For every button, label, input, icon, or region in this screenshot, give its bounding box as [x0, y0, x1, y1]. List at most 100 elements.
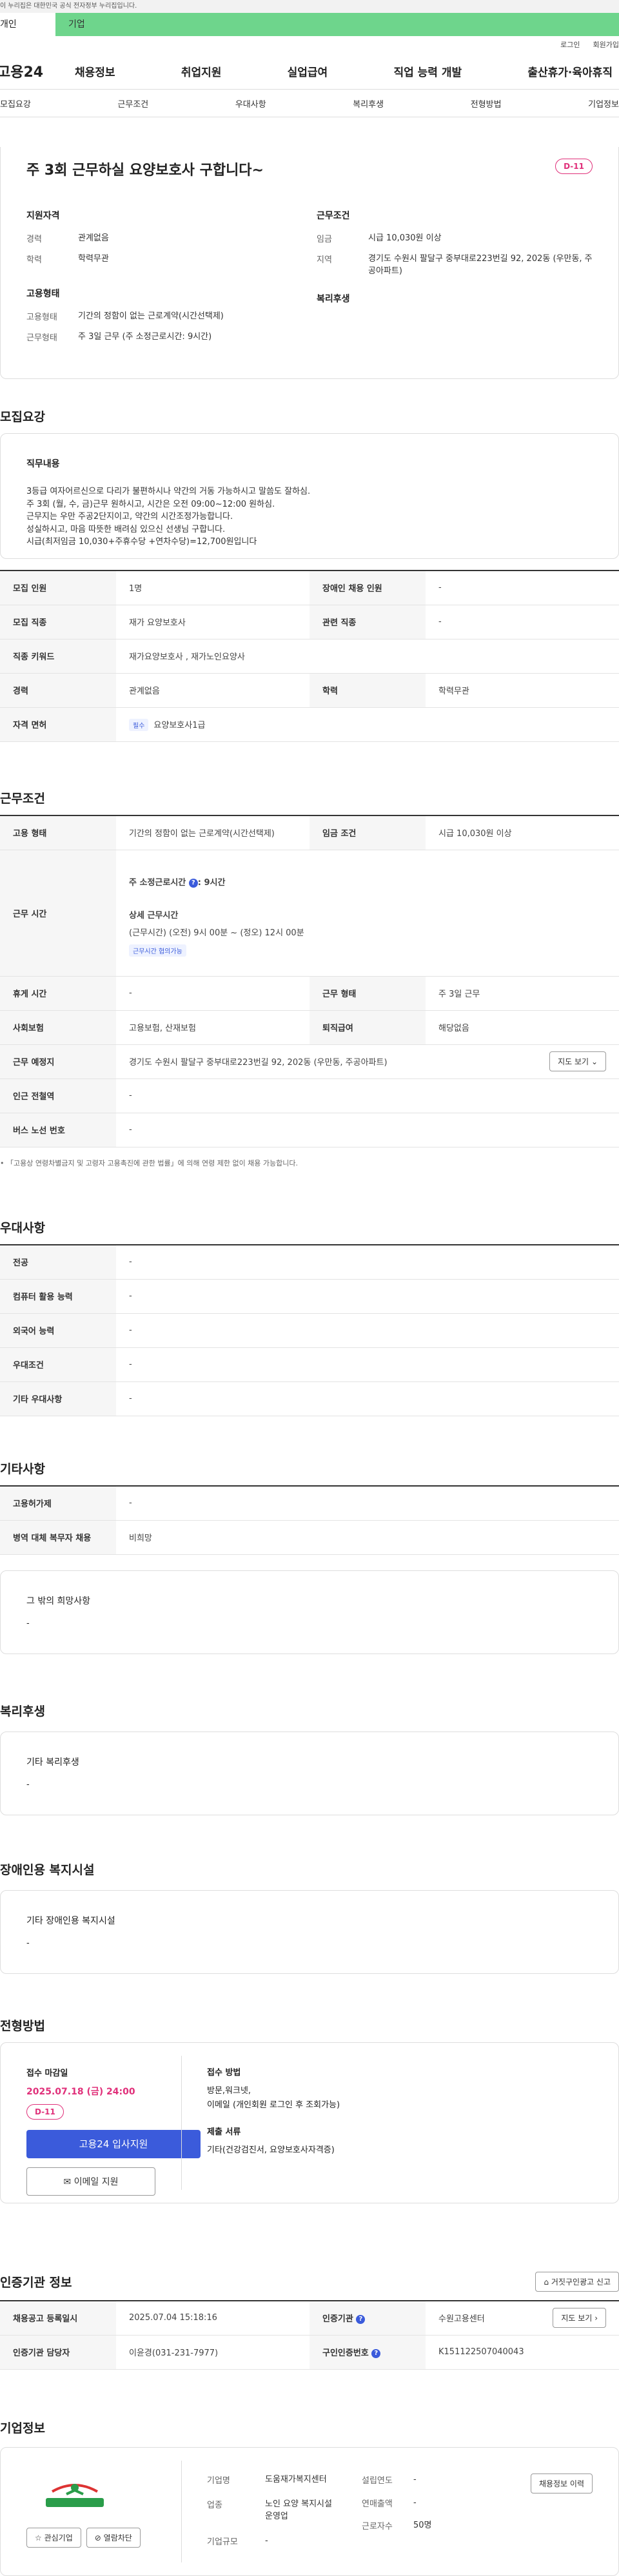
divider [181, 2056, 182, 2190]
company-name-value: 도움재가복지센터 [265, 2475, 327, 2484]
chevron-right-icon: › [594, 2314, 598, 2323]
block-company-label: 열람차단 [103, 2533, 132, 2542]
edu-label: 학력 [310, 673, 426, 708]
info-icon[interactable]: ? [371, 2348, 381, 2358]
disabled-count-value: - [426, 571, 619, 605]
table-row: 모집 인원 1명 장애인 채용 인원 - [0, 571, 619, 605]
gnb-item-employment-support[interactable]: 취업지원 [181, 63, 222, 79]
career-value: 관계없음 [116, 673, 310, 708]
detail-hours-value: (근무시간) (오전) 9시 00분 ~ (정오) 12시 00분 [129, 928, 304, 938]
anchor-company[interactable]: 기업정보 [588, 97, 619, 110]
docs-heading: 제출 서류 [207, 2127, 241, 2138]
gnb-item-unemployment-benefit[interactable]: 실업급여 [288, 63, 328, 79]
edu-value: 학력무관 [78, 253, 109, 264]
work-permit-label: 고용허가제 [0, 1486, 116, 1521]
subway-value: - [116, 1078, 619, 1113]
sales-label: 연매출액 [362, 2499, 393, 2509]
language-label: 외국어 능력 [0, 1313, 116, 1348]
age-note-text: 「고용상 연령차별금지 및 고령자 고용촉진에 관한 법률」에 의해 연령 제한… [6, 1159, 299, 1167]
duty-line: 성실하시고, 마음 따뜻한 배려심 있으신 선생님 구합니다. [26, 524, 226, 534]
section-title-other: 기타사항 [0, 1462, 45, 1476]
tab-person[interactable]: 개인 [0, 13, 55, 36]
job-history-button[interactable]: 채용정보 이력 [530, 2474, 593, 2493]
anchor-selection[interactable]: 전형방법 [471, 97, 502, 110]
career-label: 경력 [0, 673, 116, 708]
apply-button[interactable]: 고용24 입사지원 [26, 2130, 201, 2158]
block-company-button[interactable]: ⊘ 열람차단 [86, 2528, 141, 2548]
gov-banner-text: 이 누리집은 대한민국 공식 전자정부 누리집입니다. [0, 3, 137, 10]
manager-value: 이윤경(031-231-7977) [116, 2335, 310, 2370]
gnb-menu: 채용정보 취업지원 실업급여 직업 능력 개발 출산휴가·육아휴직 [75, 63, 619, 79]
place-value: 경기도 수원시 팔달구 중부대로223번길 92, 202동 (우만동, 주공아… [129, 1058, 388, 1068]
favorite-company-button[interactable]: ☆ 관심기업 [26, 2528, 81, 2548]
emp-type-value: 기간의 정함이 없는 근로계약(시간선택제) [78, 311, 224, 321]
home-icon: ⌂ [544, 2278, 549, 2287]
section-anchor-tabs: 모집요강 근무조건 우대사항 복리후생 전형방법 기업정보 [0, 89, 619, 117]
divider [181, 2461, 182, 2562]
work-permit-value: - [116, 1486, 619, 1521]
method-value-2: 이메일 (개인회원 로그인 후 조회가능) [207, 2100, 340, 2111]
table-row: 자격 면허 필수 요양보호사1급 [0, 707, 619, 742]
retire-label: 퇴직급여 [310, 1010, 426, 1045]
career-value: 관계없음 [78, 233, 109, 243]
work-time-label: 근무 시간 [0, 850, 116, 977]
insurance-value: 고용보험, 산재보험 [116, 1010, 310, 1045]
anchor-conditions[interactable]: 근무조건 [117, 97, 148, 110]
job-title: 주 3회 근무하실 요양보호사 구합니다~ [26, 162, 264, 179]
wage-label: 임금 조건 [310, 815, 426, 850]
site-logo[interactable]: 고용24 [0, 61, 75, 81]
wage-value: 시급 10,030원 이상 [426, 815, 619, 850]
table-row: 외국어 능력 - [0, 1313, 619, 1348]
table-row: 근무 시간 주 소정근로시간 ?: 9시간 상세 근무시간 (근무시간) (오전… [0, 850, 619, 977]
welfare-box: 기타 복리후생 - [0, 1732, 619, 1815]
gnb-item-vocational-training[interactable]: 직업 능력 개발 [393, 63, 462, 79]
condition-heading: 근무조건 [317, 211, 350, 221]
rest-value: - [116, 976, 310, 1011]
employees-label: 근로자수 [362, 2522, 393, 2532]
manager-label: 인증기관 담당자 [0, 2335, 116, 2370]
info-icon[interactable]: ? [356, 2314, 366, 2324]
edu-value: 학력무관 [426, 673, 619, 708]
anchor-recruit[interactable]: 모집요강 [0, 97, 31, 110]
login-link[interactable]: 로그인 [560, 39, 580, 50]
related-label: 관련 직종 [310, 605, 426, 639]
major-label: 전공 [0, 1245, 116, 1280]
military-label: 병역 대체 복무자 채용 [0, 1520, 116, 1555]
registered-value: 2025.07.04 15:18:16 [116, 2301, 310, 2336]
emp-type-label: 고용형태 [26, 313, 57, 322]
email-apply-button[interactable]: ✉ 이메일 지원 [26, 2167, 155, 2196]
org-label-text: 인증기관 [322, 2314, 353, 2325]
weekly-hours-value: : 9시간 [197, 878, 226, 888]
anchor-welfare[interactable]: 복리후생 [353, 97, 384, 110]
gnb-item-jobs[interactable]: 채용정보 [75, 63, 115, 79]
duty-box: 직무내용 3등급 여자어르신으로 다리가 불편하시나 약간의 거동 가능하시고 … [0, 433, 619, 559]
section-title-certification: 인증기관 정보 [0, 2276, 72, 2290]
qualification-column: 지원자격 경력 관계없음 학력 학력무관 고용형태 고용형태 기간의 정함이 없는 근… [26, 209, 297, 351]
section-title-disabled-facility: 장애인용 복지시설 [0, 1863, 95, 1877]
join-link[interactable]: 회원가입 [593, 39, 619, 50]
info-icon[interactable]: ? [188, 878, 198, 888]
org-value: 수원고용센터 [438, 2314, 485, 2325]
gnb-item-parental-leave[interactable]: 출산휴가·육아휴직 [527, 63, 613, 79]
table-row: 직종 키워드 재가요양보호사 , 재가노인요양사 [0, 639, 619, 674]
condition-column: 근무조건 임금 시급 10,030원 이상 지역 경기도 수원시 팔달구 중부대로2… [317, 209, 594, 315]
qualification-heading: 지원자격 [26, 211, 60, 221]
table-row: 경력 관계없음 학력 학력무관 [0, 673, 619, 708]
subway-label: 인근 전철역 [0, 1078, 116, 1113]
company-logo-area: ☆ 관심기업 ⊘ 열람차단 [26, 2474, 155, 2548]
org-map-button[interactable]: 지도 보기 › [553, 2308, 606, 2328]
user-type-tabs: 개인 기업 [0, 13, 619, 36]
tab-company[interactable]: 기업 [55, 13, 619, 36]
industry-value: 노인 요양 복지시설 운영업 [265, 2499, 332, 2522]
report-button[interactable]: ⌂ 거짓구인광고 신고 [535, 2272, 619, 2292]
detail-hours-label: 상세 근무시간 [129, 911, 179, 921]
map-button[interactable]: 지도 보기 ⌄ [549, 1051, 606, 1071]
preference-label: 우대조건 [0, 1347, 116, 1382]
computer-label: 컴퓨터 활용 능력 [0, 1279, 116, 1314]
disabled-facility-value: - [26, 1938, 30, 1948]
job-value: 재가 요양보호사 [116, 605, 310, 639]
deadline-column: 접수 마감일 2025.07.18 (금) 24:00 D-11 고용24 입사… [26, 2066, 201, 2196]
major-value: - [116, 1245, 619, 1280]
anchor-preferences[interactable]: 우대사항 [235, 97, 266, 110]
deadline-value: 2025.07.18 (금) 24:00 [26, 2087, 135, 2097]
